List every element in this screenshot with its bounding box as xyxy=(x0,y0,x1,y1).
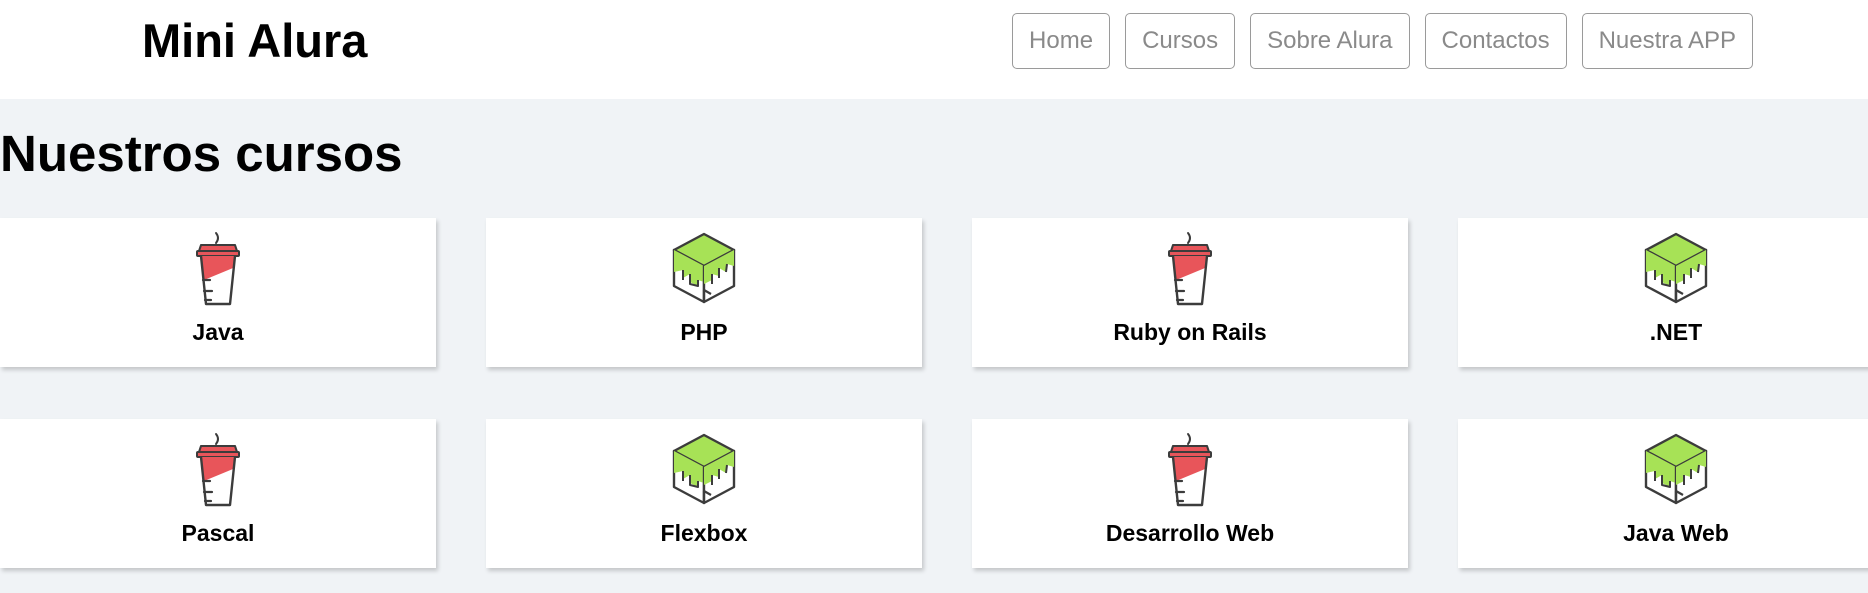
course-card-java-web[interactable]: Java Web xyxy=(1458,419,1868,568)
course-label: Desarrollo Web xyxy=(1105,520,1275,546)
main-nav: Home Cursos Sobre Alura Contactos Nuestr… xyxy=(1012,13,1753,69)
nav-nuestra-app-button[interactable]: Nuestra APP xyxy=(1581,13,1753,69)
top-header: Mini Alura Home Cursos Sobre Alura Conta… xyxy=(0,0,1868,99)
course-label: Ruby on Rails xyxy=(1113,319,1267,345)
course-label: Java xyxy=(192,319,244,345)
course-label: PHP xyxy=(680,319,728,345)
nav-sobre-alura-button[interactable]: Sobre Alura xyxy=(1250,13,1410,69)
course-label: .NET xyxy=(1649,319,1703,345)
course-card-php[interactable]: PHP xyxy=(486,218,922,367)
coffee-cup-icon xyxy=(195,432,241,507)
green-cube-icon xyxy=(672,433,736,505)
coffee-cup-icon xyxy=(1167,231,1213,306)
brand-title[interactable]: Mini Alura xyxy=(142,14,367,68)
course-label: Flexbox xyxy=(660,520,748,546)
course-card-dotnet[interactable]: .NET xyxy=(1458,218,1868,367)
course-label: Java Web xyxy=(1623,520,1729,546)
course-card-flexbox[interactable]: Flexbox xyxy=(486,419,922,568)
course-card-java[interactable]: Java xyxy=(0,218,436,367)
nav-cursos-button[interactable]: Cursos xyxy=(1125,13,1236,69)
course-card-desarrollo-web[interactable]: Desarrollo Web xyxy=(972,419,1408,568)
coffee-cup-icon xyxy=(195,231,241,306)
nav-home-button[interactable]: Home xyxy=(1012,13,1111,69)
coffee-cup-icon xyxy=(1167,432,1213,507)
course-card-pascal[interactable]: Pascal xyxy=(0,419,436,568)
nav-contactos-button[interactable]: Contactos xyxy=(1424,13,1567,69)
section-title: Nuestros cursos xyxy=(0,125,403,182)
course-label: Pascal xyxy=(181,520,255,546)
course-card-ruby-on-rails[interactable]: Ruby on Rails xyxy=(972,218,1408,367)
green-cube-icon xyxy=(1644,232,1708,304)
green-cube-icon xyxy=(1644,433,1708,505)
green-cube-icon xyxy=(672,232,736,304)
